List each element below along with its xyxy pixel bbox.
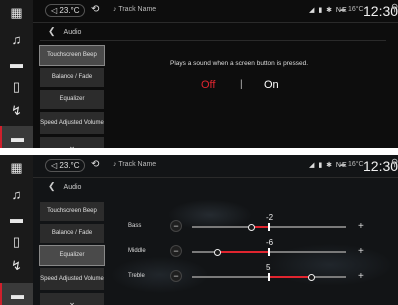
track-name[interactable]: ♪ Track Name: [113, 6, 156, 13]
menu-touchscreen-beep[interactable]: Touchscreen Beep: [40, 202, 104, 221]
menu-balance-fade[interactable]: Balance / Fade: [40, 224, 104, 243]
audio-menu: Touchscreen Beep Balance / Fade Equalize…: [39, 45, 105, 148]
setting-description: Plays a sound when a screen button is pr…: [170, 60, 309, 67]
sync-icon: ⟲: [91, 4, 100, 15]
menu-speed-adjusted-volume[interactable]: Speed Adjusted Volume: [40, 112, 104, 134]
outside-temp-value: 16°C: [347, 161, 364, 168]
menu-touchscreen-beep[interactable]: Touchscreen Beep: [39, 45, 105, 66]
navigation-icon[interactable]: ↯: [0, 100, 33, 122]
phone-icon[interactable]: ▯: [0, 231, 33, 253]
toggle-separator: |: [240, 79, 243, 90]
middle-value: -6: [266, 238, 274, 247]
temperature-chip[interactable]: ◁ 23.°C: [45, 159, 86, 172]
breadcrumb-label: Audio: [63, 184, 82, 191]
menu-speed-adjusted-volume[interactable]: Speed Adjusted Volume: [40, 268, 104, 290]
car-icon[interactable]: ▬: [0, 283, 33, 305]
user-icon[interactable]: ⚲: [391, 3, 398, 14]
grid-icon[interactable]: ▦: [0, 2, 33, 24]
music-icon[interactable]: ♫: [0, 28, 33, 50]
divider: [33, 22, 398, 23]
menu-equalizer[interactable]: Equalizer: [39, 245, 105, 266]
treble-minus-button[interactable]: −: [170, 270, 182, 282]
bass-fill: [251, 226, 269, 228]
breadcrumb[interactable]: ❮ Audio: [48, 181, 81, 192]
bass-plus-button[interactable]: +: [358, 221, 364, 232]
track-name[interactable]: ♪ Track Name: [113, 161, 156, 168]
outside-temp-value: 16°C: [347, 6, 364, 13]
phone-icon[interactable]: ▯: [0, 76, 33, 98]
sync-icon: ⟲: [91, 159, 100, 170]
menu-equalizer[interactable]: Equalizer: [40, 90, 104, 109]
treble-track: [192, 276, 346, 278]
temperature-value: 23.°C: [59, 6, 80, 15]
middle-plus-button[interactable]: +: [358, 246, 364, 257]
bass-track: [192, 226, 346, 228]
treble-plus-button[interactable]: +: [358, 271, 364, 282]
bass-label: Bass: [128, 223, 142, 229]
chevron-down-icon[interactable]: ⌄: [40, 137, 104, 148]
back-chevron-icon[interactable]: ❮: [48, 26, 56, 36]
middle-fill: [217, 251, 269, 253]
treble-fill: [269, 276, 312, 278]
audio-menu: Touchscreen Beep Balance / Fade Equalize…: [39, 202, 105, 305]
treble-label: Treble: [128, 273, 145, 279]
sidebar: ▦ ♫ ▬ ▯ ↯ ▬: [0, 155, 33, 305]
treble-slider-knob[interactable]: [308, 273, 316, 281]
radio-icon[interactable]: ▬: [0, 52, 33, 74]
on-option[interactable]: On: [264, 79, 279, 91]
divider: [40, 40, 386, 41]
bass-slider-knob[interactable]: [248, 223, 256, 231]
status-bar: ◁ 23.°C ⟲ ♪ Track Name ◢ ▮ ✱ NE ☁ 16°C 1…: [33, 0, 398, 22]
bass-center-tick: [268, 223, 270, 231]
middle-label: Middle: [128, 248, 146, 254]
back-chevron-icon[interactable]: ❮: [48, 181, 56, 191]
temperature-value: 23.°C: [59, 161, 80, 170]
bass-minus-button[interactable]: −: [170, 220, 182, 232]
treble-center-tick: [268, 273, 270, 281]
track-name-label: Track Name: [118, 161, 157, 168]
treble-value: 5: [266, 263, 271, 272]
middle-center-tick: [268, 248, 270, 256]
music-icon[interactable]: ♫: [0, 183, 33, 205]
outside-temp: ☁ 16°C: [339, 161, 364, 168]
outside-temp: ☁ 16°C: [339, 6, 364, 13]
radio-icon[interactable]: ▬: [0, 207, 33, 229]
status-bar: ◁ 23.°C ⟲ ♪ Track Name ◢ ▮ ✱ NE ☁ 16°C 1…: [33, 155, 398, 177]
menu-balance-fade[interactable]: Balance / Fade: [40, 68, 104, 87]
track-name-label: Track Name: [118, 6, 157, 13]
chevron-down-icon[interactable]: ⌄: [40, 293, 104, 305]
audio-equalizer-screen: ▦ ♫ ▬ ▯ ↯ ▬ ◁ 23.°C ⟲ ♪ Track Name ◢ ▮ ✱…: [0, 155, 398, 305]
audio-touchscreen-beep-screen: ▦ ♫ ▬ ▯ ↯ ▬ ◁ 23.°C ⟲ ♪ Track Name ◢ ▮ ✱…: [0, 0, 398, 148]
off-option[interactable]: Off: [201, 79, 215, 91]
breadcrumb-label: Audio: [63, 29, 82, 36]
grid-icon[interactable]: ▦: [0, 157, 33, 179]
bass-value: -2: [266, 213, 274, 222]
middle-slider-knob[interactable]: [214, 248, 222, 256]
breadcrumb[interactable]: ❮ Audio: [48, 26, 81, 37]
car-icon[interactable]: ▬: [0, 126, 33, 148]
middle-minus-button[interactable]: −: [170, 245, 182, 257]
middle-track: [192, 251, 346, 253]
navigation-icon[interactable]: ↯: [0, 255, 33, 277]
user-icon[interactable]: ⚲: [391, 158, 398, 169]
temperature-chip[interactable]: ◁ 23.°C: [45, 4, 86, 17]
divider: [33, 177, 398, 178]
sidebar: ▦ ♫ ▬ ▯ ↯ ▬: [0, 0, 33, 148]
